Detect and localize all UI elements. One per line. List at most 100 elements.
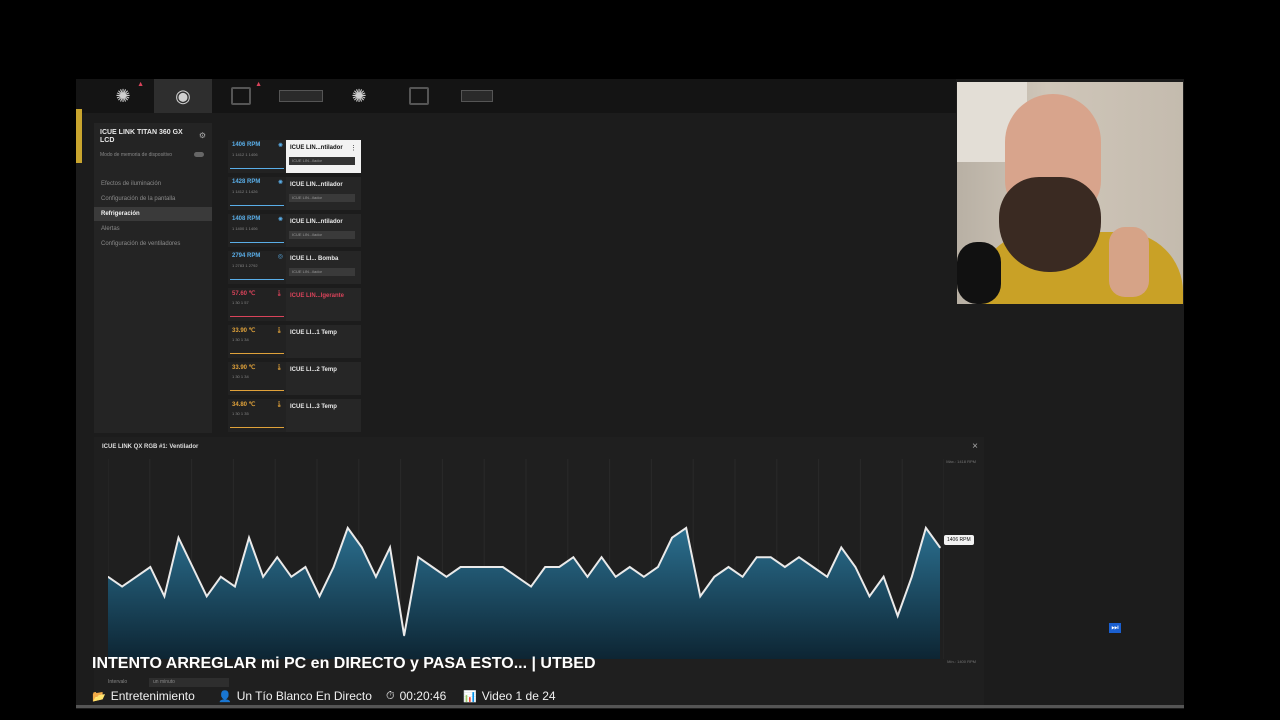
- more-options-icon[interactable]: ⋮: [350, 144, 357, 152]
- sensor-label: ICUE LIN...ntilador: [290, 219, 343, 225]
- sensor-label-box[interactable]: ICUE LIN...ntilador ICUE LIN...ilador: [286, 177, 361, 210]
- close-icon[interactable]: ×: [972, 441, 978, 452]
- rpm-data-point: [925, 527, 927, 529]
- video-channel: 👤 Un Tío Blanco En Directo: [218, 689, 372, 703]
- rpm-data-point: [205, 595, 208, 598]
- keyboard-icon: [461, 90, 493, 102]
- sensor-source-dropdown[interactable]: ICUE LIN...ilador: [289, 231, 355, 239]
- rpm-data-point: [643, 575, 645, 578]
- rpm-data-point: [671, 536, 673, 539]
- sensor-label-box[interactable]: ICUE LI...3 Temp: [286, 399, 361, 432]
- rpm-data-point: [840, 546, 843, 549]
- channel-text: Un Tío Blanco En Directo: [236, 689, 372, 703]
- sensor-label-box[interactable]: ICUE LI...1 Temp: [286, 325, 361, 358]
- webcam-person-beard: [999, 177, 1101, 272]
- rpm-data-point: [346, 527, 349, 529]
- fan-icon: ✺: [351, 85, 367, 106]
- rpm-data-point: [502, 566, 504, 568]
- pump-icon: ◎: [277, 254, 283, 260]
- sensor-minmax: 1 30 1 34: [232, 374, 249, 379]
- category-text: Entretenimiento: [110, 689, 195, 703]
- sensor-minmax: 1 1400 1 1406: [232, 226, 258, 231]
- device-title: ICUE LINK TITAN 360 GX LCD: [100, 129, 183, 144]
- device-tab-fan[interactable]: ✺ ▲: [94, 79, 152, 113]
- sensor-tile[interactable]: 1428 RPM 1 1412 1 1426 ✺: [228, 177, 286, 210]
- sensor-tile[interactable]: 34.80 ℃ 1 30 1 35 🌡: [228, 399, 286, 432]
- sensor-source-dropdown[interactable]: ICUE LIN...ilador: [289, 268, 355, 276]
- sensor-sparkline: [230, 205, 284, 206]
- memory-mode-toggle[interactable]: [194, 152, 204, 157]
- warning-icon: ▲: [137, 81, 144, 88]
- user-icon: 👤: [218, 690, 232, 703]
- fan-icon: ✺: [115, 85, 131, 106]
- device-tab-cooler[interactable]: ◉: [154, 79, 212, 113]
- sensor-source-dropdown[interactable]: ICUE LIN...ilador: [289, 194, 355, 202]
- device-tabs-bar: ✺ ▲ ◉ ▲ ✺: [76, 79, 956, 113]
- sidebar-menu-item[interactable]: Efectos de iluminación: [94, 177, 212, 191]
- rpm-data-point: [121, 585, 123, 588]
- thermometer-icon: 🌡: [275, 402, 283, 408]
- sensor-tile[interactable]: 57.60 ℃ 1 30 1 57 🌡: [228, 288, 286, 321]
- device-tab-fan-2[interactable]: ✺: [330, 79, 388, 113]
- gear-icon[interactable]: ⚙: [199, 131, 206, 140]
- chart-max-label: Máx.: 1418 RPM: [946, 459, 976, 464]
- rpm-data-point: [657, 566, 659, 568]
- sensor-sparkline: [230, 279, 284, 280]
- sensor-tile[interactable]: 33.90 ℃ 1 30 1 34 🌡: [228, 325, 286, 358]
- rpm-data-point: [769, 556, 772, 559]
- rpm-data-point: [191, 566, 194, 568]
- sidebar-menu-item[interactable]: Configuración de la pantalla: [94, 192, 212, 206]
- sensor-value: 33.90 ℃: [232, 365, 256, 371]
- device-tab-keyboard[interactable]: [448, 79, 506, 113]
- sensor-minmax: 1 2783 1 2792: [232, 263, 258, 268]
- sensor-label-box[interactable]: ICUE LIN...Igerante: [286, 288, 361, 321]
- sidebar-menu-item[interactable]: Configuración de ventiladores: [94, 237, 212, 251]
- sensor-label-box[interactable]: ICUE LI...2 Temp: [286, 362, 361, 395]
- sensor-sparkline: [230, 316, 284, 317]
- rpm-data-point: [403, 634, 405, 637]
- rpm-data-point: [868, 595, 871, 598]
- fan-icon: ✺: [277, 180, 283, 186]
- sensor-tile[interactable]: 1408 RPM 1 1400 1 1406 ✺: [228, 214, 286, 247]
- sensor-tile[interactable]: 33.90 ℃ 1 30 1 34 🌡: [228, 362, 286, 395]
- video-progress-track[interactable]: [76, 705, 1184, 708]
- skip-forward-icon[interactable]: ⏭: [1109, 623, 1121, 633]
- thermometer-icon: 🌡: [275, 328, 283, 334]
- rpm-data-point: [431, 566, 434, 568]
- rpm-data-point: [713, 575, 716, 578]
- rpm-data-point: [826, 575, 828, 578]
- video-duration: ⏱ 00:20:46: [386, 689, 446, 703]
- interval-select[interactable]: un minuto: [149, 678, 229, 687]
- sensor-sparkline: [230, 353, 284, 354]
- sensor-sparkline: [230, 168, 284, 169]
- sensor-value: 33.90 ℃: [232, 328, 256, 334]
- rpm-data-point: [487, 566, 490, 568]
- device-tab-hub[interactable]: [390, 79, 448, 113]
- rpm-data-point: [727, 566, 730, 568]
- sensor-source-dropdown[interactable]: ICUE LIN...ilador: [289, 157, 355, 165]
- sidebar-menu-item[interactable]: Alertas: [94, 222, 212, 236]
- module-icon: [231, 87, 251, 105]
- sensor-label-box[interactable]: ICUE LI... Bomba ICUE LIN...ilador: [286, 251, 361, 284]
- sensor-minmax: 1 30 1 35: [232, 411, 249, 416]
- sensor-minmax: 1 30 1 57: [232, 300, 249, 305]
- rpm-data-point: [741, 575, 744, 578]
- rpm-area-fill: [108, 527, 940, 659]
- sensor-label-box[interactable]: ICUE LIN...ntilador ICUE LIN...ilador: [286, 214, 361, 247]
- chart-icon: 📊: [463, 690, 477, 703]
- rpm-data-point: [163, 595, 166, 598]
- device-tab-strip[interactable]: [272, 79, 330, 113]
- sensor-tile[interactable]: 1406 RPM 1 1412 1 1406 ✺: [228, 140, 286, 173]
- sensor-label-box[interactable]: ICUE LIN...ntilador ICUE LIN...ilador ⋮: [286, 140, 361, 173]
- sensor-minmax: 1 1412 1 1426: [232, 189, 258, 194]
- sensor-tile[interactable]: 2794 RPM 1 2783 1 2792 ◎: [228, 251, 286, 284]
- sidebar-menu-item[interactable]: Refrigeración: [94, 207, 212, 221]
- rpm-data-point: [332, 566, 335, 568]
- rpm-data-point: [558, 566, 561, 568]
- folder-icon: 📂: [92, 690, 106, 703]
- rpm-data-point: [417, 556, 420, 559]
- sensor-minmax: 1 1412 1 1406: [232, 152, 258, 157]
- device-memory-mode-label: Modo de memoria de dispositivo: [100, 152, 172, 158]
- rpm-data-point: [220, 575, 222, 578]
- device-tab-module[interactable]: ▲: [212, 79, 270, 113]
